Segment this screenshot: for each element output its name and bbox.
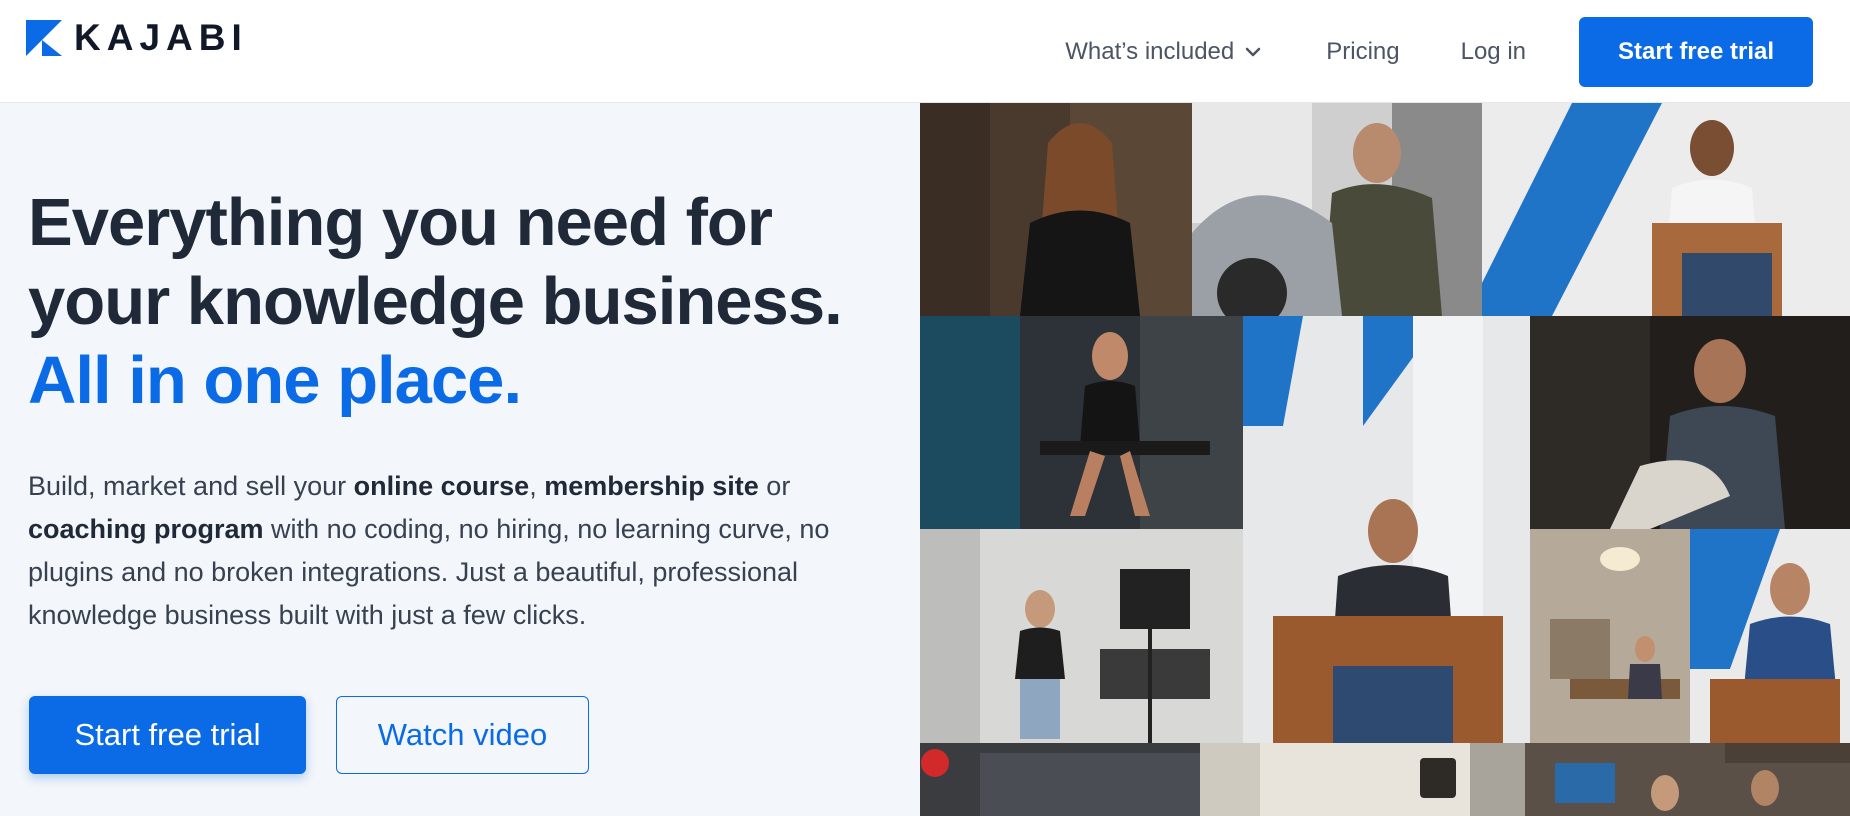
photo-woman-in-kajabihero-tshirt: [920, 103, 1192, 316]
photo-man-seated-in-chair-white-shirt: [1482, 103, 1850, 316]
photo-red-light-bokeh: [920, 743, 1200, 816]
site-header: KAJABI What’s included Pricing Log in St…: [0, 0, 1850, 103]
desc-online-course: online course: [353, 471, 530, 501]
kajabi-logo[interactable]: KAJABI: [26, 17, 248, 58]
headline-line-1: Everything you need for: [28, 185, 773, 260]
photo-office-people-at-computers: [1525, 743, 1850, 816]
nav-whats-included-label: What’s included: [1065, 37, 1235, 65]
desc-coaching-program: coaching program: [28, 514, 264, 544]
headline-accent: All in one place.: [28, 343, 522, 418]
photo-bearded-man-in-dark-room: [1530, 316, 1850, 529]
photo-collage: [920, 103, 1850, 816]
desc-text-2: ,: [529, 471, 545, 501]
desc-membership-site: membership site: [544, 471, 759, 501]
hero-headline: Everything you need for your knowledge b…: [28, 183, 908, 420]
nav-pricing[interactable]: Pricing: [1326, 38, 1399, 66]
photo-shop-interior-with-sign: [1200, 743, 1525, 816]
photo-woman-presenting-in-studio: [920, 529, 1243, 743]
hero-description: Build, market and sell your online cours…: [28, 465, 898, 637]
photo-man-on-motorcycle: [1192, 103, 1482, 316]
header-start-trial-button[interactable]: Start free trial: [1579, 16, 1813, 87]
photo-woman-seated-on-gym-bench: [920, 316, 1243, 529]
kajabi-k-logo-icon: [26, 20, 62, 56]
desc-text-3: or: [758, 471, 791, 501]
hero-section: Everything you need for your knowledge b…: [0, 103, 920, 816]
watch-video-button[interactable]: Watch video: [336, 696, 589, 774]
main-nav: What’s included Pricing Log in Start fre…: [1065, 0, 1850, 103]
hero-start-trial-button[interactable]: Start free trial: [29, 696, 306, 774]
nav-whats-included[interactable]: What’s included: [1065, 38, 1262, 66]
photo-kajabi-logo-wall-pillar: [1243, 316, 1530, 743]
photo-smiling-man-in-blue-shirt: [1690, 529, 1850, 743]
chevron-down-icon: [1246, 47, 1261, 56]
photo-woman-at-desk-under-chandelier: [1530, 529, 1690, 743]
desc-text-1: Build, market and sell your: [28, 471, 354, 501]
brand-name: KAJABI: [74, 17, 248, 58]
nav-login[interactable]: Log in: [1461, 38, 1526, 66]
headline-line-2: your knowledge business.: [28, 264, 843, 339]
